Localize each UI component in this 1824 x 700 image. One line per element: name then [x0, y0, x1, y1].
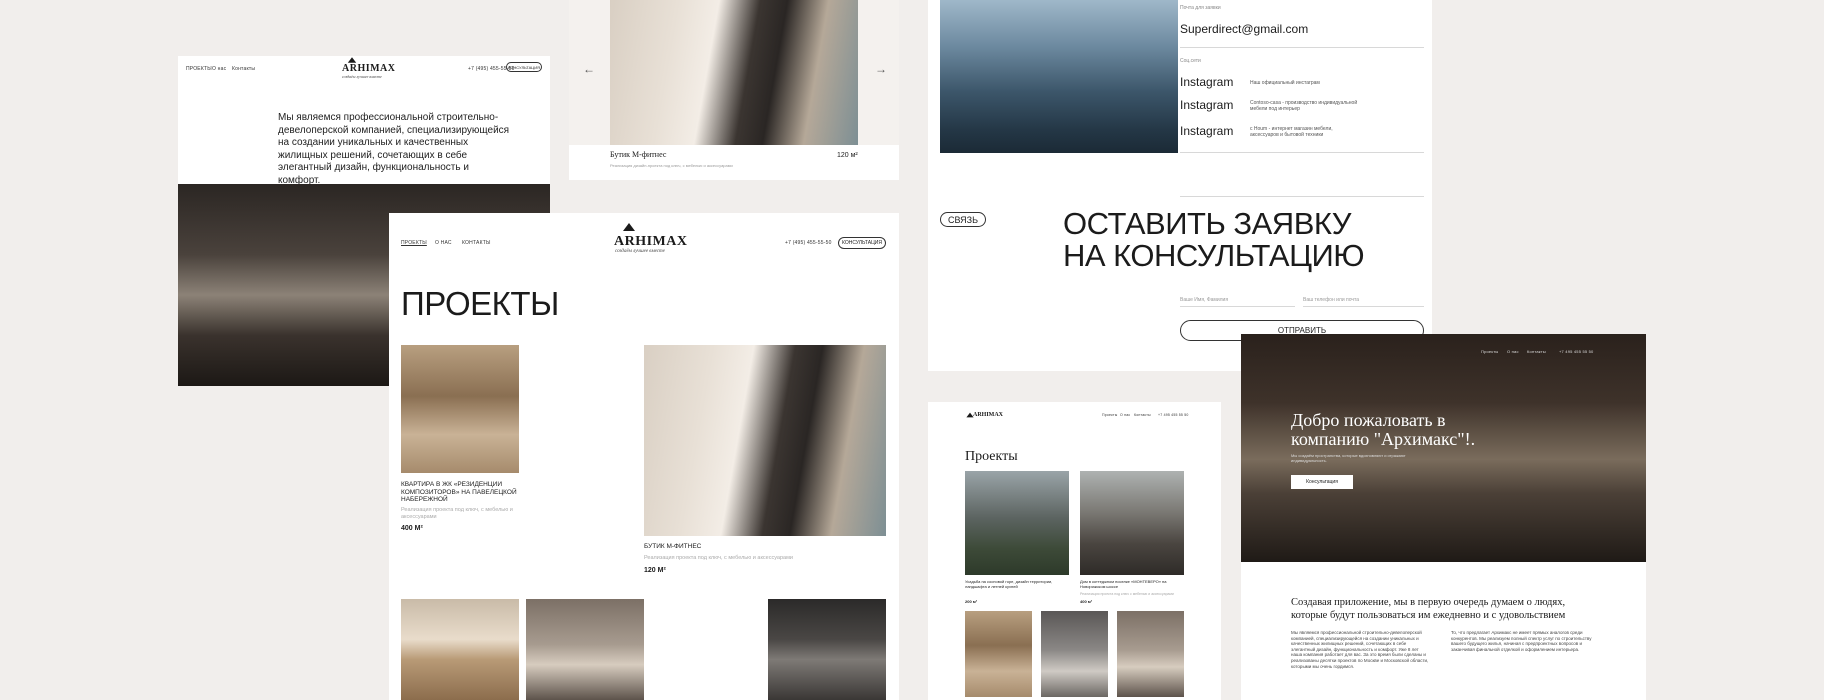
social-desc-3: с Houm - интернет магазин мебели, аксесс…: [1250, 126, 1333, 138]
intro-line2: которые будут пользоваться им ежедневно …: [1291, 610, 1566, 621]
intro-line1: Создавая приложение, мы в первую очередь…: [1291, 597, 1566, 608]
slider-title: Бутик М-фитнес: [610, 150, 667, 159]
nav-about[interactable]: О нас: [1120, 413, 1130, 417]
social-instagram-1[interactable]: Instagram: [1180, 75, 1233, 89]
about-text: Мы являемся профессиональной строительно…: [278, 112, 510, 186]
project-photo-room[interactable]: [965, 611, 1032, 697]
logo-tagline: создаём лучшее вместе: [342, 74, 382, 79]
project-area: 400 М²: [401, 525, 423, 532]
phone-link[interactable]: +7 495 455 55 50: [1158, 413, 1189, 417]
page-title: ПРОЕКТЫ: [401, 285, 559, 322]
social-instagram-3[interactable]: Instagram: [1180, 124, 1233, 138]
social-instagram-2[interactable]: Instagram: [1180, 98, 1233, 112]
logo[interactable]: ARHIMAX: [614, 234, 688, 250]
social-label: Соц.сети: [1180, 58, 1201, 64]
form-heading-line2: НА КОНСУЛЬТАЦИЮ: [1063, 238, 1365, 273]
hero-title-line1: Добро пожаловать в: [1291, 410, 1446, 430]
gym-photo: [610, 0, 858, 145]
project-title[interactable]: Дом в коттеджном поселке «МОНТЕВЕРО» на …: [1080, 579, 1184, 589]
slider-prev-arrow[interactable]: ←: [583, 62, 595, 76]
nav-about[interactable]: О нас: [212, 66, 226, 72]
social-desc-1: Наш официальный инстаграм: [1250, 80, 1320, 86]
consult-button[interactable]: КОНСУЛЬТАЦИЯ: [506, 62, 542, 72]
logo-tagline: создаём лучшее вместе: [615, 249, 665, 254]
nav-about[interactable]: О НАС: [435, 240, 452, 246]
logo-mark-icon: [623, 223, 635, 231]
project-photo-living[interactable]: [768, 599, 886, 700]
project-area: 400 м²: [1080, 599, 1093, 604]
projects-page-card: ПРОЕКТЫ О НАС КОНТАКТЫ ARHIMAX создаём л…: [389, 213, 899, 700]
section-title: Проекты: [965, 449, 1018, 464]
project-title[interactable]: БУТИК М-ФИТНЕС: [644, 543, 701, 550]
slider-next-arrow[interactable]: →: [875, 62, 887, 76]
project-title[interactable]: Усадьба на сосновой горе, дизайн террито…: [965, 579, 1069, 589]
social-desc-2: Contoso-casa - производство индивидуальн…: [1250, 100, 1358, 112]
project-photo-room[interactable]: [1041, 611, 1108, 697]
slider-desc: Реализация дизайн-проекта под ключ, с ме…: [610, 163, 733, 168]
phone-link[interactable]: +7 (495) 455-55-50: [785, 240, 832, 246]
divider: [1180, 152, 1424, 153]
moscow-city-photo: [940, 0, 1178, 153]
compact-projects-card: ARHIMAX Проекты О нас Контакты +7 495 45…: [928, 402, 1221, 700]
nav-contacts[interactable]: Контакты: [1527, 349, 1546, 354]
input-underline: [1180, 306, 1295, 307]
project-photo-house[interactable]: [965, 471, 1069, 575]
hero-consult-button[interactable]: Консультация: [1291, 475, 1353, 489]
slider-area: 120 м²: [837, 152, 858, 159]
project-photo-apartment[interactable]: [401, 345, 519, 473]
nav-contacts[interactable]: Контакты: [1134, 413, 1151, 417]
nav-contacts[interactable]: Контакты: [232, 66, 255, 72]
contact-link-button[interactable]: СВЯЗЬ: [940, 212, 986, 227]
nav-contacts[interactable]: КОНТАКТЫ: [462, 240, 491, 246]
project-area: 200 м²: [965, 599, 978, 604]
project-desc: Реализация проекта под ключ, с мебелью и…: [401, 507, 513, 520]
divider: [1180, 47, 1424, 48]
about-column-1: Мы являемся профессиональной строительно…: [1291, 630, 1429, 669]
hero-title-line2: компанию "Архимакс"!.: [1291, 429, 1476, 449]
phone-input[interactable]: Ваш телефон или почта: [1303, 297, 1359, 303]
hero-subtitle: Мы создаём пространства, которые вдохнов…: [1291, 453, 1406, 463]
logo[interactable]: ARHIMAX: [342, 63, 396, 74]
input-underline: [1303, 306, 1424, 307]
nav-projects[interactable]: ПРОЕКТЫ: [186, 66, 212, 72]
nav-projects[interactable]: ПРОЕКТЫ: [401, 240, 427, 246]
email-link[interactable]: Superdirect@gmail.com: [1180, 22, 1308, 36]
contacts-card: Почта для заявки Superdirect@gmail.com С…: [928, 0, 1432, 371]
phone-link[interactable]: +7 495 455 55 50: [1559, 349, 1593, 354]
project-title[interactable]: КВАРТИРА В ЖК «РЕЗИДЕНЦИИ КОМПОЗИТОРОВ» …: [401, 481, 525, 504]
logo-mark-icon: [347, 57, 357, 63]
project-photo-fitness[interactable]: [644, 345, 886, 536]
project-photo-room[interactable]: [1117, 611, 1184, 697]
form-heading-line1: ОСТАВИТЬ ЗАЯВКУ: [1063, 206, 1351, 241]
divider: [1180, 196, 1424, 197]
project-photo-gift[interactable]: [401, 599, 519, 700]
consult-button[interactable]: КОНСУЛЬТАЦИЯ: [838, 237, 886, 249]
landing-card: Проекты О нас Контакты +7 495 455 55 50 …: [1241, 334, 1646, 700]
project-area: 120 М²: [644, 567, 666, 574]
nav-about[interactable]: О нас: [1507, 349, 1519, 354]
project-desc: Реализация проекта под ключ с мебелью и …: [1080, 592, 1174, 596]
name-input[interactable]: Ваше Имя, Фамилия: [1180, 297, 1228, 303]
slider-card: ← → Бутик М-фитнес 120 м² Реализация диз…: [569, 0, 899, 180]
project-desc: Реализация проекта под ключ, с мебелью и…: [644, 555, 793, 561]
nav-projects[interactable]: Проекты: [1481, 349, 1498, 354]
nav-projects[interactable]: Проекты: [1102, 413, 1117, 417]
email-label: Почта для заявки: [1180, 5, 1221, 11]
project-photo-house[interactable]: [1080, 471, 1184, 575]
about-column-2: То, что предлагает Архимакс не имеет пря…: [1451, 630, 1592, 652]
project-photo-bathroom[interactable]: [526, 599, 644, 700]
logo[interactable]: ARHIMAX: [973, 412, 1003, 418]
